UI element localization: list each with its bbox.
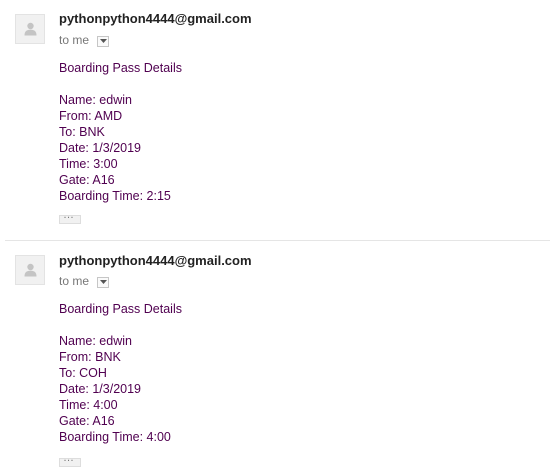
sender-email[interactable]: pythonpython4444@gmail.com bbox=[59, 11, 252, 26]
chevron-down-icon bbox=[100, 39, 107, 43]
detail-boarding-time: Boarding Time: 2:15 bbox=[59, 189, 171, 203]
chevron-down-icon bbox=[100, 280, 107, 284]
detail-name: Name: edwin bbox=[59, 334, 132, 348]
detail-to: To: COH bbox=[59, 366, 107, 380]
detail-gate: Gate: A16 bbox=[59, 414, 115, 428]
email-heading: Boarding Pass Details bbox=[59, 302, 182, 316]
show-trimmed-content-button[interactable]: … bbox=[59, 209, 81, 224]
sender-avatar[interactable] bbox=[15, 255, 45, 285]
detail-time: Time: 4:00 bbox=[59, 398, 118, 412]
email-body: Boarding Pass Details Name: edwin From: … bbox=[59, 301, 182, 445]
details-dropdown-button[interactable] bbox=[97, 36, 109, 47]
recipient-label: to me bbox=[59, 274, 90, 288]
recipient-label: to me bbox=[59, 33, 90, 47]
detail-from: From: BNK bbox=[59, 350, 121, 364]
detail-boarding-time: Boarding Time: 4:00 bbox=[59, 430, 171, 444]
detail-date: Date: 1/3/2019 bbox=[59, 141, 142, 155]
person-icon bbox=[24, 22, 37, 36]
details-dropdown-button[interactable] bbox=[97, 277, 109, 288]
detail-name: Name: edwin bbox=[59, 93, 132, 107]
message-divider bbox=[5, 240, 550, 241]
show-trimmed-content-button[interactable]: … bbox=[59, 452, 81, 467]
spacer-line bbox=[59, 76, 182, 92]
detail-to: To: BNK bbox=[59, 125, 105, 139]
spacer-line bbox=[59, 317, 182, 333]
sender-avatar[interactable] bbox=[15, 14, 45, 44]
detail-date: Date: 1/3/2019 bbox=[59, 382, 142, 396]
sender-email[interactable]: pythonpython4444@gmail.com bbox=[59, 253, 252, 268]
ellipsis-icon: … bbox=[63, 452, 75, 464]
detail-from: From: AMD bbox=[59, 109, 123, 123]
person-icon bbox=[24, 263, 37, 277]
email-body: Boarding Pass Details Name: edwin From: … bbox=[59, 60, 182, 204]
ellipsis-icon: … bbox=[63, 209, 75, 221]
email-heading: Boarding Pass Details bbox=[59, 61, 182, 75]
detail-time: Time: 3:00 bbox=[59, 157, 118, 171]
detail-gate: Gate: A16 bbox=[59, 173, 115, 187]
